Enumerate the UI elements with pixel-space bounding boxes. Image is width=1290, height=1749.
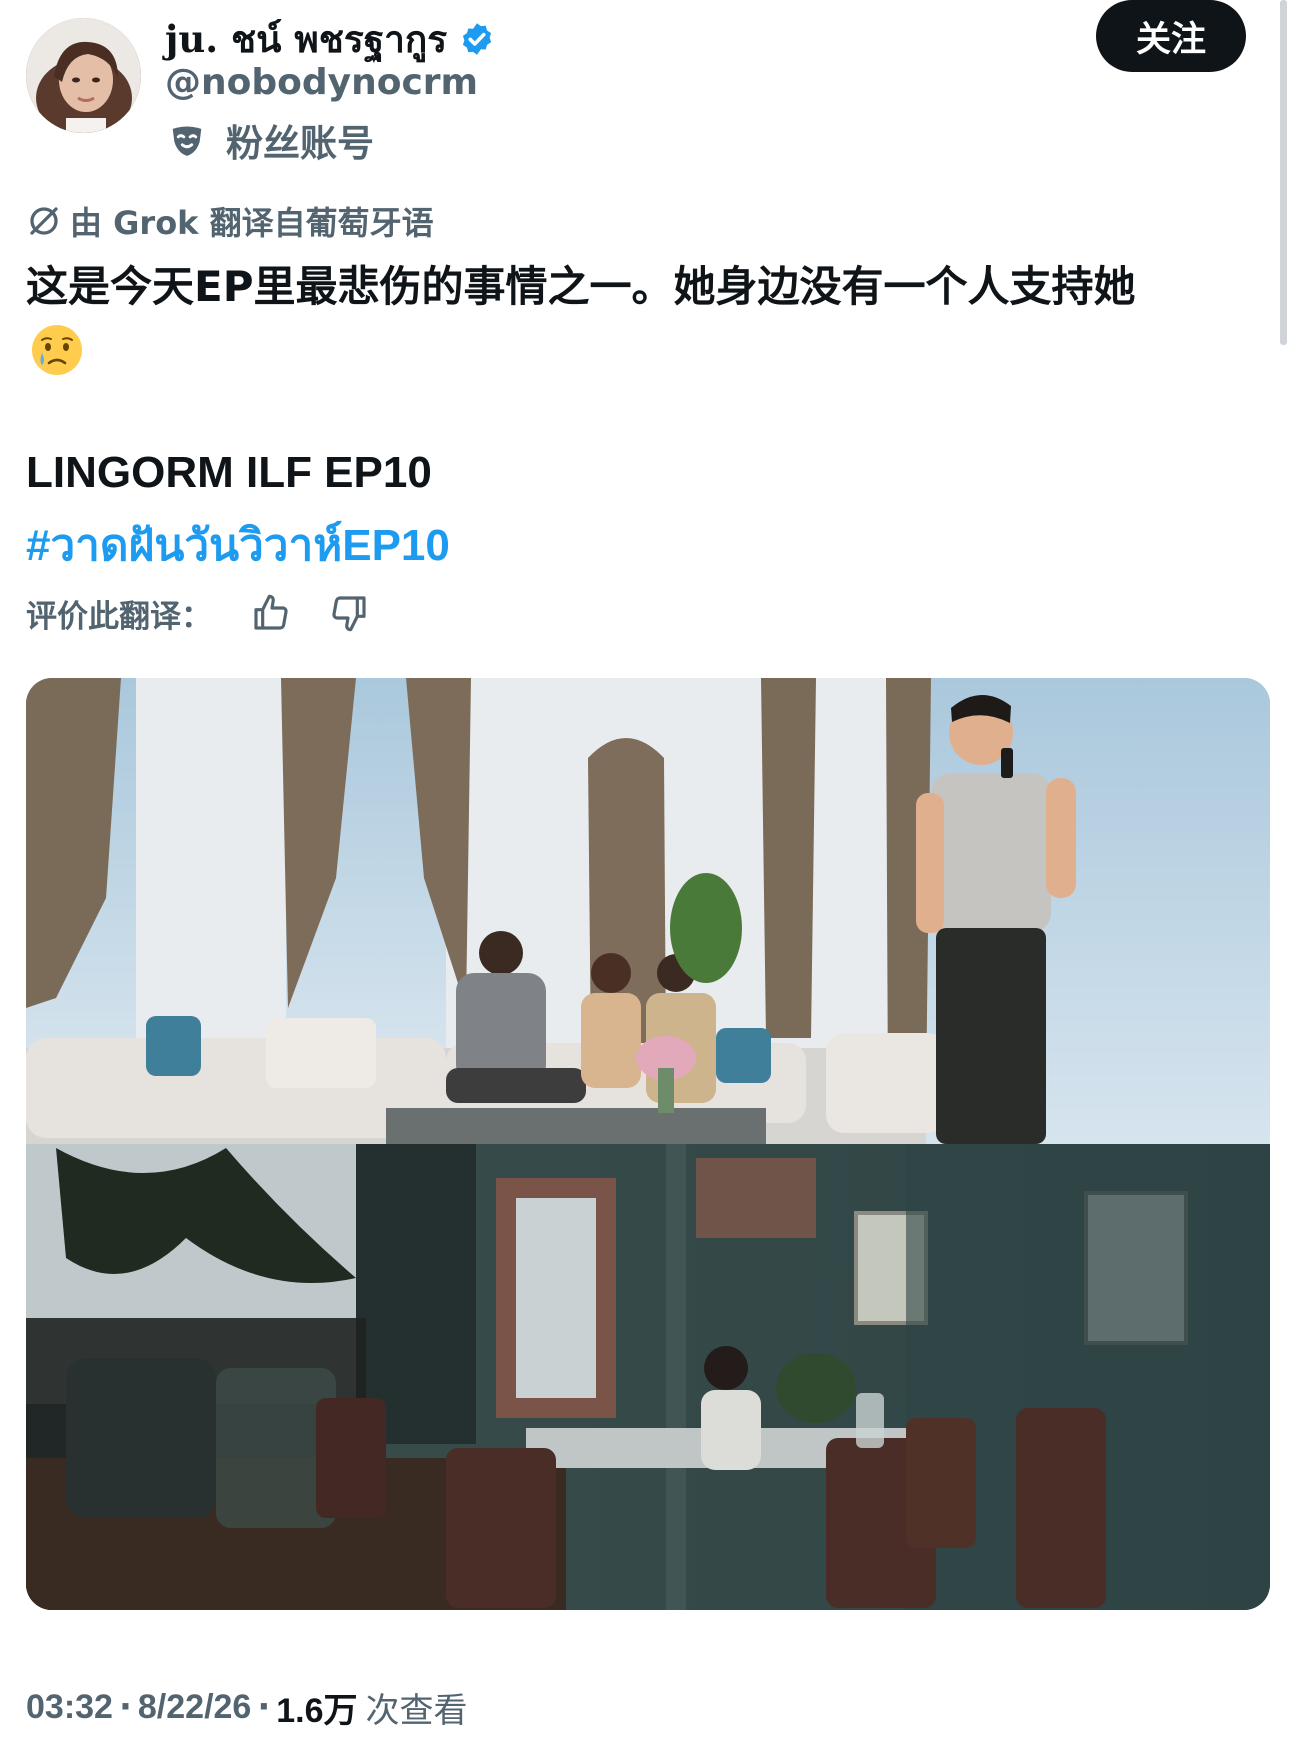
thumbs-down-button[interactable] (326, 590, 372, 636)
verified-badge-icon (463, 23, 492, 55)
avatar[interactable] (26, 18, 141, 133)
thumbs-up-button[interactable] (248, 590, 294, 636)
translation-note: 由 Grok 翻译自葡萄牙语 (26, 198, 434, 244)
tweet-title: LINGORM ILF EP10 (26, 448, 432, 497)
dining-room-still (26, 1144, 1270, 1610)
crying-face-emoji-icon (32, 325, 82, 375)
media-image (26, 678, 1270, 1610)
fan-account-label: 粉丝账号 (226, 122, 374, 165)
thumbs-up-icon (254, 594, 288, 630)
author-display-name[interactable]: ju. ชน์ พชรฐากูร (165, 10, 447, 69)
thumbs-down-icon (332, 596, 366, 632)
scrollbar[interactable] (1280, 0, 1287, 345)
meta-separator: · (257, 1687, 271, 1727)
tweet-date[interactable]: 8/22/26 (138, 1688, 251, 1727)
hashtag-link[interactable]: #วาดฝันวันวิวาห์EP10 (26, 510, 450, 580)
living-room-still (26, 678, 1270, 1144)
tweet-time[interactable]: 03:32 (26, 1688, 113, 1727)
grok-icon (30, 207, 58, 235)
meta-separator: · (118, 1687, 132, 1727)
view-count: 1.6万 (276, 1691, 358, 1730)
tweet-meta: 03:32 · 8/22/26 · 1.6万 次查看 (26, 1682, 468, 1732)
translation-note-label: 由 Grok 翻译自葡萄牙语 (70, 204, 434, 242)
author-handle[interactable]: @nobodynocrm (165, 62, 478, 103)
view-count-label: 次查看 (365, 1690, 468, 1731)
fan-account-row: 粉丝账号 (168, 115, 374, 165)
tweet-text: 这是今天EP里最悲伤的事情之一。她身边没有一个人支持她 (26, 262, 1136, 311)
tweet-media[interactable] (26, 678, 1270, 1610)
rate-translation-label: 评价此翻译： (26, 598, 212, 635)
mask-icon (172, 126, 202, 156)
avatar-image (26, 18, 141, 133)
author-name-row[interactable]: ju. ชน์ พชรฐากูร (165, 14, 495, 64)
follow-button[interactable]: 关注 (1096, 0, 1246, 72)
rate-translation-row: 评价此翻译： (26, 588, 372, 638)
